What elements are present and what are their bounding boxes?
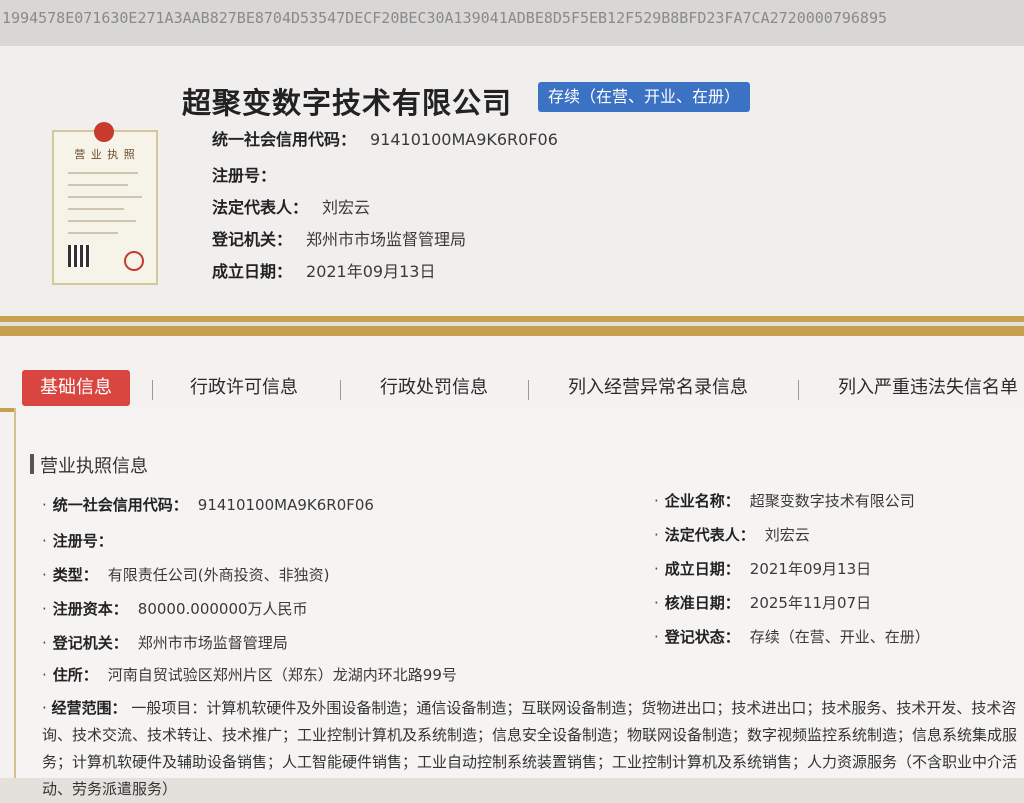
info-tabs: 基础信息 行政许可信息 行政处罚信息 列入经营异常名录信息 列入严重违法失信名单	[0, 346, 1024, 412]
field-business-scope: · 经营范围： 一般项目：计算机软硬件及外围设备制造；通信设备制造；互联网设备制…	[42, 699, 1018, 798]
field-est-date: · 成立日期： 2021年09月13日	[654, 560, 872, 578]
qr-code-icon	[68, 245, 90, 267]
header-legal-rep: 法定代表人： 刘宏云	[212, 198, 371, 217]
detail-card: 基础信息 行政许可信息 行政处罚信息 列入经营异常名录信息 列入严重违法失信名单…	[0, 326, 1024, 798]
field-reg-number: · 注册号：	[42, 532, 113, 550]
field-reg-status: · 登记状态： 存续（在营、开业、在册）	[654, 628, 930, 646]
company-header-card: 营 业 执 照 超聚变数字技术有限公司 存续（在营、开业、在册） 统一社会信用代…	[0, 46, 1024, 322]
tab-serious-violation[interactable]: 列入严重违法失信名单	[838, 370, 1018, 406]
header-reg-number: 注册号：	[212, 166, 277, 185]
license-thumb-title: 营 业 执 照	[74, 148, 136, 161]
field-company-name: · 企业名称： 超聚变数字技术有限公司	[654, 492, 915, 510]
header-reg-authority: 登记机关： 郑州市市场监督管理局	[212, 230, 467, 249]
basic-info-panel: 营业执照信息 · 统一社会信用代码： 91410100MA9K6R0F06 · 注册号…	[14, 408, 1024, 798]
header-credit-code: 统一社会信用代码： 91410100MA9K6R0F06	[212, 130, 558, 149]
tab-abnormal-list[interactable]: 列入经营异常名录信息	[568, 370, 748, 406]
field-company-type: · 类型： 有限责任公司(外商投资、非独资)	[42, 566, 330, 584]
hash-bar: 1994578E071630E271A3AAB827BE8704D53547DE…	[0, 0, 1024, 47]
national-emblem-icon	[94, 122, 114, 142]
field-reg-capital: · 注册资本： 80000.000000万人民币	[42, 600, 308, 618]
field-reg-authority: · 登记机关： 郑州市市场监督管理局	[42, 634, 288, 652]
field-address: · 住所： 河南自贸试验区郑州片区（郑东）龙湖内环北路99号	[42, 666, 457, 684]
field-legal-rep: · 法定代表人： 刘宏云	[654, 526, 810, 544]
business-license-thumbnail: 营 业 执 照	[52, 122, 158, 285]
section-title: 营业执照信息	[30, 452, 148, 478]
tab-admin-penalty[interactable]: 行政处罚信息	[380, 370, 488, 406]
field-credit-code: · 统一社会信用代码： 91410100MA9K6R0F06	[42, 496, 374, 514]
company-name: 超聚变数字技术有限公司	[182, 86, 513, 120]
tab-basic-info[interactable]: 基础信息	[22, 370, 130, 406]
tab-admin-license[interactable]: 行政许可信息	[190, 370, 298, 406]
header-est-date: 成立日期： 2021年09月13日	[212, 262, 436, 281]
business-scope-text: 一般项目：计算机软硬件及外围设备制造；通信设备制造；互联网设备制造；货物进出口；…	[42, 699, 1018, 798]
official-seal-icon	[124, 251, 144, 271]
field-approval-date: · 核准日期： 2025年11月07日	[654, 594, 872, 612]
status-badge: 存续（在营、开业、在册）	[538, 82, 751, 112]
